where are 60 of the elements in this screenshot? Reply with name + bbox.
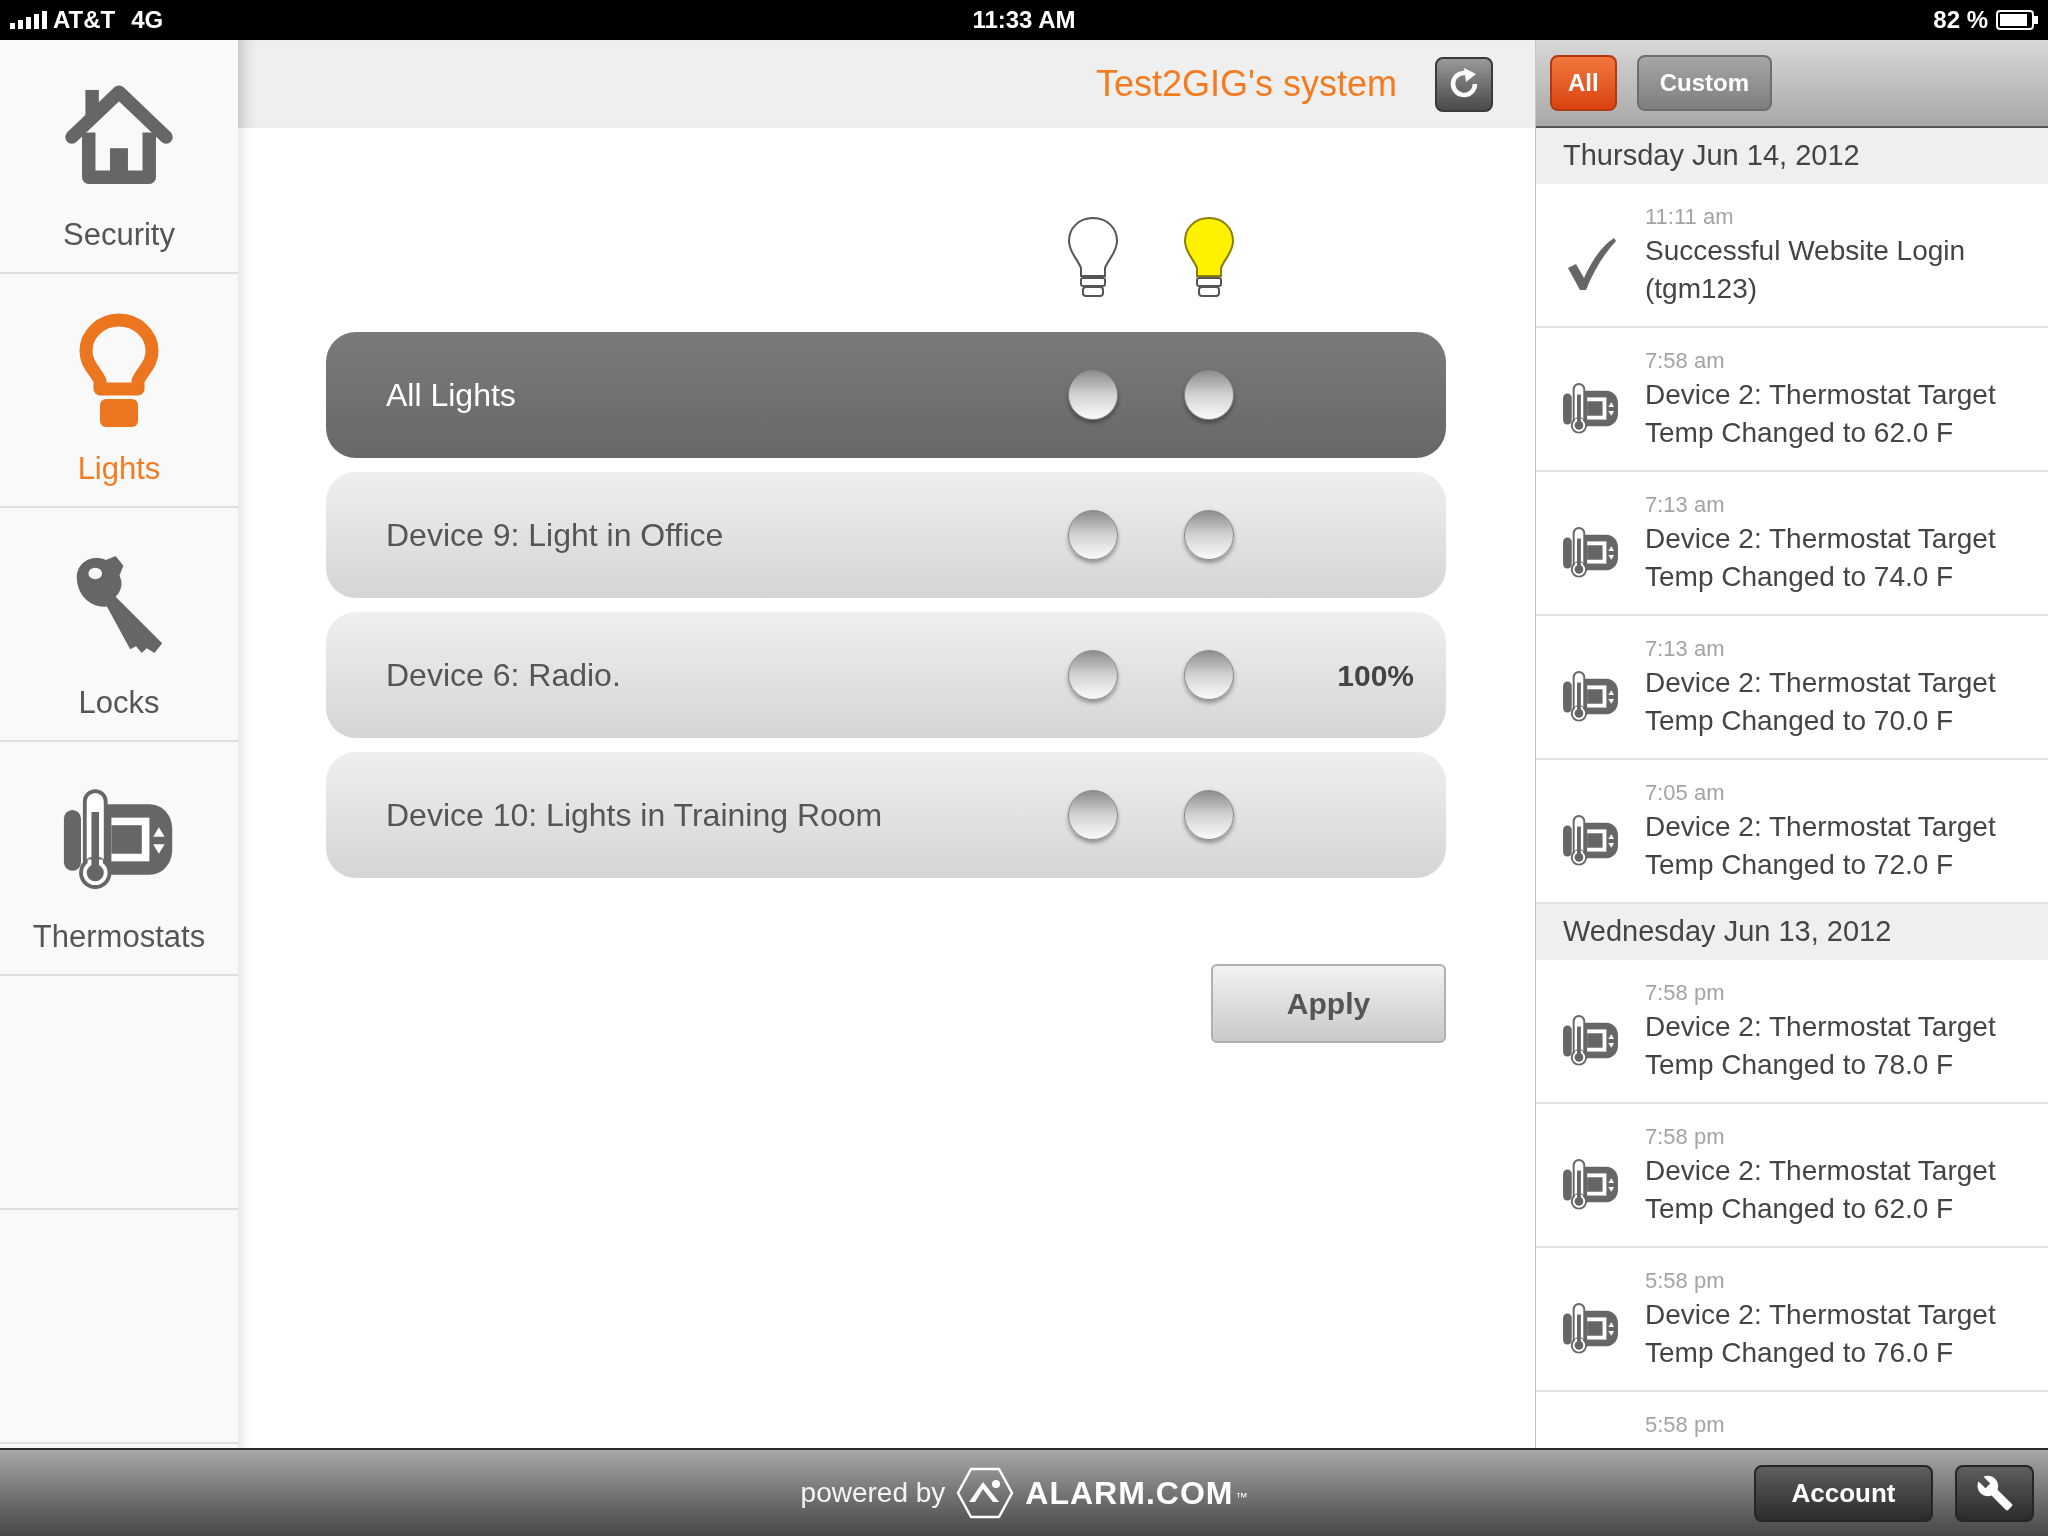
event-time: 7:05 am	[1645, 779, 1726, 807]
event-time: 7:13 am	[1645, 635, 1726, 663]
account-button[interactable]: Account	[1754, 1464, 1933, 1522]
thermostat-icon	[1561, 381, 1620, 435]
radio-button[interactable]	[1068, 790, 1118, 840]
thermostat-icon	[1561, 525, 1620, 579]
light-name: Device 9: Light in Office	[386, 517, 724, 553]
event-text: Device 2: Thermostat Target Temp Changed to 72.0 F	[1645, 810, 1997, 882]
event-time: 5:58 pm	[1645, 1267, 1726, 1295]
radio-button[interactable]	[1184, 650, 1234, 700]
thermostat-icon	[1561, 669, 1620, 723]
event-text: Device 2: Thermostat Target Temp Changed to 78.0 F	[1645, 1010, 1997, 1082]
apply-button[interactable]: Apply	[1211, 964, 1446, 1043]
refresh-button[interactable]	[1435, 56, 1493, 112]
date-header: Wednesday Jun 13, 2012	[1536, 904, 2048, 960]
system-title: Test2GIG's system	[1096, 62, 1397, 106]
event-time: 7:58 am	[1645, 347, 1726, 375]
event-text: Device 2: Thermostat Target Temp Changed to 70.0 F	[1645, 666, 1997, 738]
network-type: 4G	[131, 5, 164, 35]
radio-button[interactable]	[1184, 510, 1234, 560]
thermostat-icon	[1561, 1013, 1620, 1067]
event-time: 7:58 pm	[1645, 979, 1726, 1007]
lightbulb-icon	[1065, 216, 1121, 298]
radio-button[interactable]	[1184, 790, 1234, 840]
thermostat-icon	[1561, 1301, 1620, 1355]
radio-button[interactable]	[1184, 370, 1234, 420]
clock-time: 11:33 AM	[972, 5, 1076, 35]
event-text: Device 2: Thermostat Target Temp Changed to 74.0 F	[1645, 522, 1997, 594]
brand-name: ALARM.COM	[1025, 1474, 1234, 1513]
battery-percent: 82 %	[1933, 5, 1988, 35]
wrench-icon	[1975, 1474, 2014, 1512]
light-name: All Lights	[386, 377, 516, 413]
radio-button[interactable]	[1068, 370, 1118, 420]
dimmer-level: 100%	[1337, 657, 1414, 694]
event-text: Device 2: Thermostat Target Temp Changed to 62.0 F	[1645, 1154, 1997, 1226]
light-name: Device 10: Lights in Training Room	[386, 797, 883, 833]
radio-button[interactable]	[1068, 650, 1118, 700]
radio-button[interactable]	[1068, 510, 1118, 560]
carrier-name: AT&T	[53, 5, 116, 35]
checkmark-icon	[1565, 236, 1616, 292]
event-text: Device 2: Thermostat Target Temp Changed to 76.0 F	[1645, 1298, 1997, 1370]
event-time: 11:11 am	[1645, 203, 1735, 231]
light-name: Device 6: Radio.	[386, 657, 621, 693]
event-time: 5:58 pm	[1645, 1411, 1726, 1439]
battery-icon	[1996, 10, 2038, 30]
lightbulb-icon	[1181, 216, 1237, 298]
event-time: 7:13 am	[1645, 491, 1726, 519]
date-header: Thursday Jun 14, 2012	[1536, 128, 2048, 184]
thermostat-icon	[1561, 1157, 1620, 1211]
event-time: 7:58 pm	[1645, 1123, 1726, 1151]
thermostat-icon	[1561, 813, 1620, 867]
powered-by-text: powered by	[800, 1476, 946, 1510]
event-text: Device 2: Thermostat Target Temp Changed to 62.0 F	[1645, 378, 1997, 450]
filter-tab[interactable]: All	[1550, 55, 1617, 111]
signal-icon	[10, 11, 47, 29]
lightbulb-icon	[79, 313, 159, 429]
trademark-sign: ™	[1235, 1489, 1248, 1506]
hexagon-logo-icon	[955, 1466, 1016, 1520]
settings-button[interactable]	[1955, 1464, 2034, 1522]
event-text: Successful Website Login (tgm123)	[1645, 234, 1967, 306]
